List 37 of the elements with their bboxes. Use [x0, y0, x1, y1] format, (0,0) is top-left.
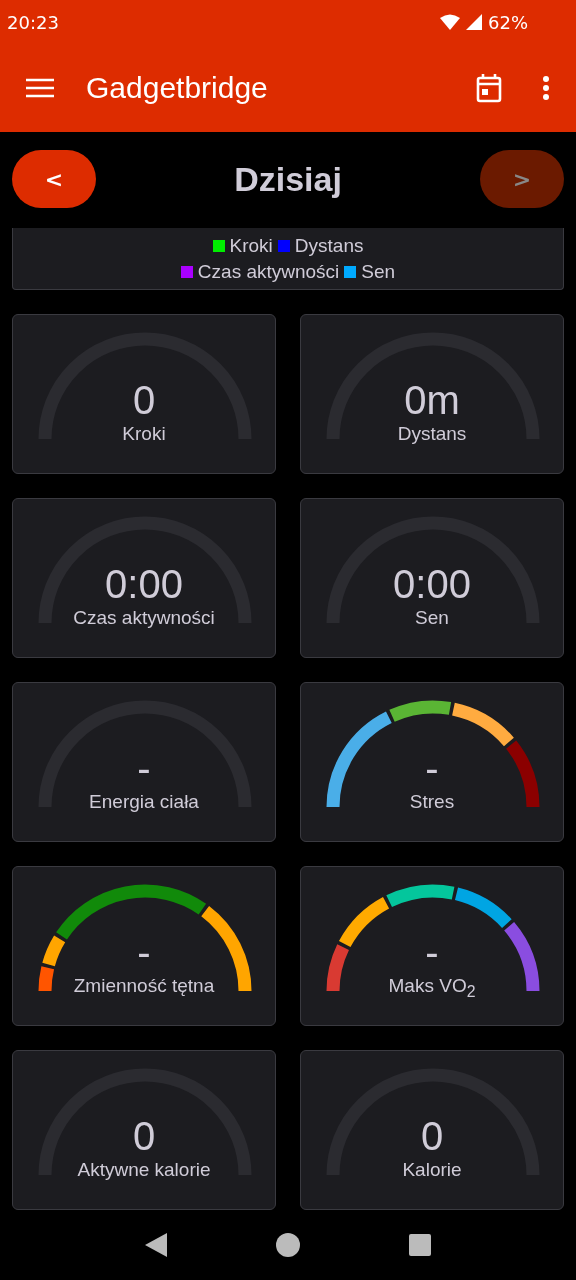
app-title: Gadgetbridge [86, 71, 269, 105]
legend-label: Czas aktywności [197, 260, 340, 283]
recents-icon[interactable] [409, 1234, 432, 1256]
calendar-icon[interactable] [476, 73, 502, 103]
metric-value: - [137, 745, 151, 791]
metric-value: 0m [404, 377, 460, 423]
wifi-icon [440, 14, 460, 30]
metric-label: Energia ciała [89, 791, 199, 813]
metric-value: 0:00 [105, 561, 183, 607]
metric-label: Sen [415, 607, 449, 629]
metric-label: Czas aktywności [73, 607, 215, 629]
metric-value: - [137, 929, 151, 975]
signal-icon [466, 14, 482, 30]
menu-icon[interactable] [26, 78, 54, 98]
legend-label: Dystans [294, 234, 364, 257]
metric-value: - [425, 745, 439, 791]
previous-day-button[interactable]: < [12, 150, 96, 208]
day-title: Dzisiaj [234, 159, 342, 199]
metric-label: Stres [409, 791, 455, 813]
back-icon[interactable] [144, 1233, 167, 1257]
metric-value: 0:00 [393, 561, 471, 607]
home-icon[interactable] [276, 1233, 300, 1257]
metric-value: 0 [420, 1113, 444, 1159]
metric-label: Maks VO$_{2}$ [388, 975, 476, 1001]
status-time: 20:23 [7, 11, 59, 33]
metric-value: 0 [132, 1113, 156, 1159]
metric-label: Kalorie [402, 1159, 462, 1181]
legend-label: Sen [361, 260, 396, 283]
metric-label: Kroki [122, 423, 166, 445]
more-icon[interactable] [542, 76, 550, 100]
metric-label: Aktywne kalorie [77, 1159, 211, 1181]
metric-value: 0 [132, 377, 156, 423]
metric-label: Zmienność tętna [73, 975, 215, 997]
metric-value: - [425, 929, 439, 975]
legend-label: Kroki [229, 234, 273, 257]
metric-label: Dystans [397, 423, 467, 445]
battery-level: 62% [488, 11, 528, 33]
